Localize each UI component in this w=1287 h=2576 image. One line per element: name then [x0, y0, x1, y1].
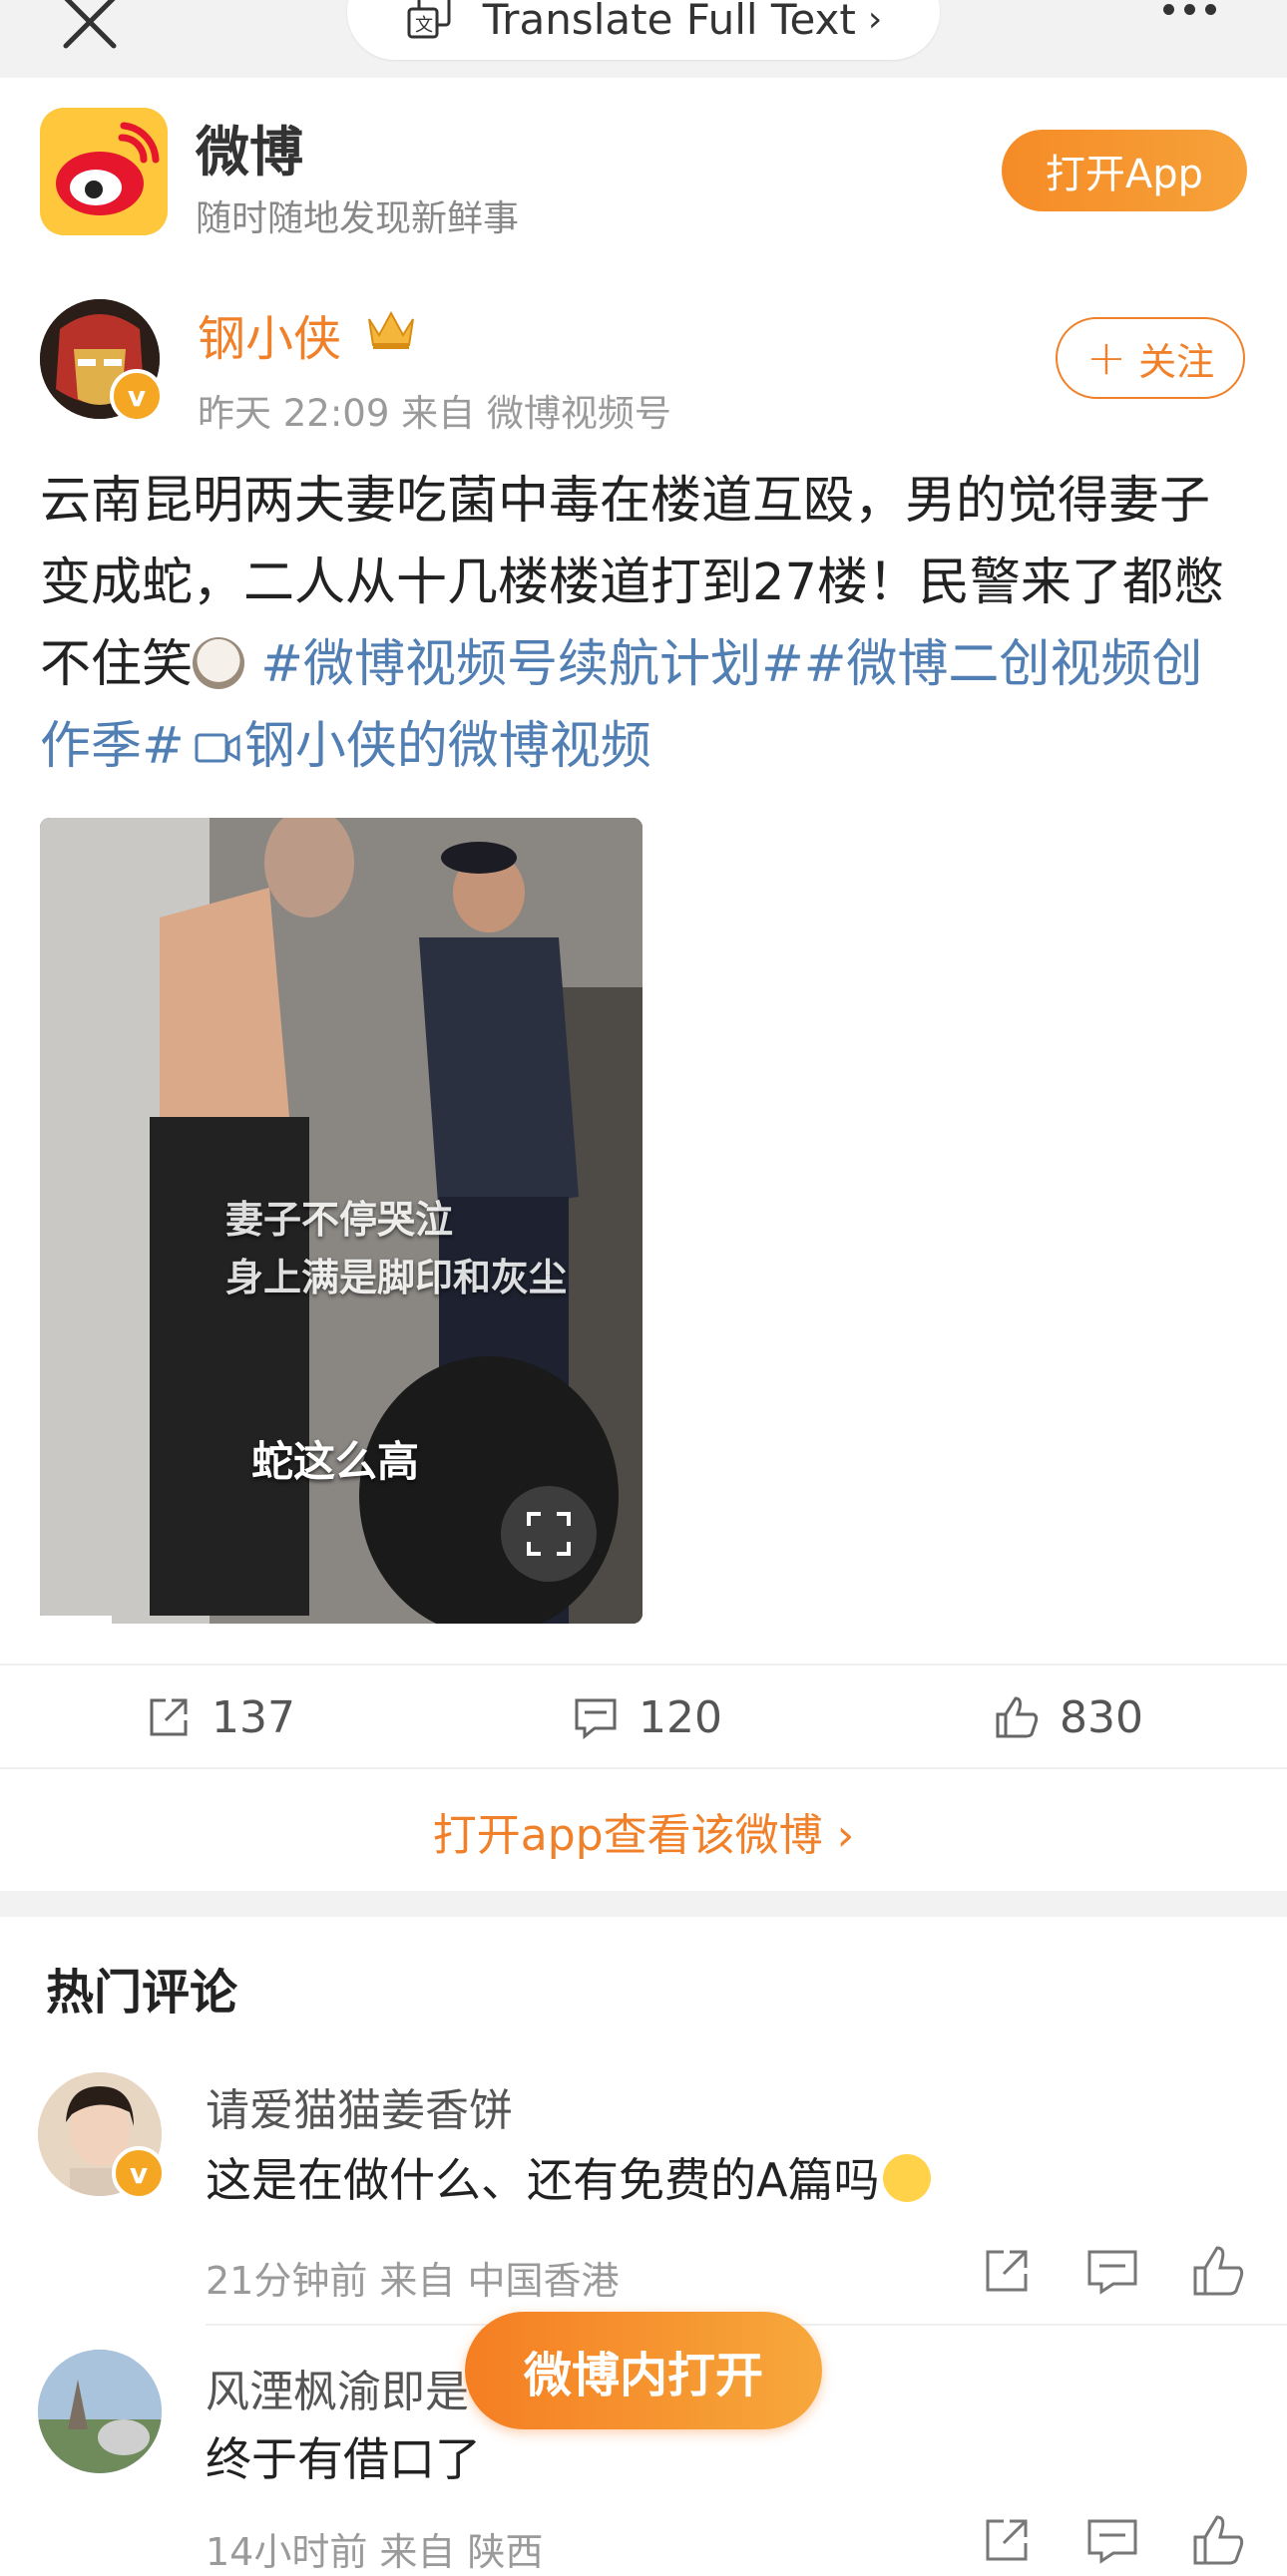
translate-full-text-button[interactable]: 文 Translate Full Text › — [347, 0, 940, 60]
video-link[interactable]: 钢小侠的微博视频 — [244, 717, 651, 776]
commenter-avatar[interactable] — [38, 2350, 162, 2473]
crown-icon — [368, 310, 414, 349]
section-separator — [0, 1891, 1287, 1917]
repost-icon — [150, 1698, 188, 1736]
comment-meta: 14小时前 来自 陕西 — [206, 2530, 544, 2574]
hot-comments-title: 热门评论 — [46, 1965, 238, 2021]
laughing-emoji — [193, 637, 245, 689]
close-icon[interactable] — [60, 0, 120, 52]
open-in-app-link[interactable]: 打开app查看该微博 › — [0, 1799, 1287, 1863]
comment-text: 终于有借口了 — [206, 2432, 481, 2486]
share-icon[interactable] — [978, 2511, 1036, 2569]
like-icon[interactable] — [1189, 2511, 1247, 2569]
laughing-emoji — [883, 2154, 932, 2202]
author-name[interactable]: 钢小侠 — [198, 299, 341, 369]
reply-icon[interactable] — [1083, 2511, 1141, 2569]
post-text: 云南昆明两夫妻吃菌中毒在楼道互殴，男的觉得妻子变成蛇，二人从十几楼楼道打到27楼… — [40, 461, 1249, 788]
like-count: 830 — [1060, 1691, 1143, 1743]
comment-actions — [978, 2242, 1287, 2300]
like-icon — [996, 1696, 1039, 1738]
video-caption: 妻子不停哭泣 — [225, 1198, 454, 1242]
follow-button[interactable]: + 关注 — [1056, 317, 1245, 399]
share-icon[interactable] — [978, 2242, 1036, 2300]
divider — [0, 1663, 1287, 1665]
hashtag-link[interactable]: #微博视频号续航计划# — [260, 635, 803, 694]
commenter-name[interactable]: 风湮枫渝即是 — [206, 2356, 469, 2419]
like-button[interactable]: 830 — [992, 1685, 1143, 1749]
post-source: 来自 微博视频号 — [401, 392, 671, 435]
follow-label: 关注 — [1138, 339, 1215, 384]
video-caption: 蛇这么高 — [251, 1437, 420, 1486]
translate-icon: 文 — [407, 0, 451, 39]
video-icon — [195, 733, 240, 763]
open-in-weibo-button[interactable]: 微博内打开 — [465, 2312, 822, 2429]
translate-label: Translate Full Text — [482, 0, 856, 44]
comment-button[interactable]: 120 — [571, 1685, 722, 1749]
comment-meta: 21分钟前 来自 中国香港 — [206, 2259, 620, 2303]
verified-badge: v — [110, 369, 164, 423]
comment-body: 这是在做什么、还有免费的A篇吗 — [206, 2153, 880, 2207]
svg-text:文: 文 — [415, 15, 433, 36]
chevron-right-icon: › — [867, 0, 883, 40]
video-progress-bar — [40, 1616, 112, 1624]
post-time: 昨天 22:09 — [198, 392, 390, 435]
plus-icon: + — [1085, 330, 1127, 386]
comment-count: 120 — [639, 1691, 722, 1743]
video-caption: 身上满是脚印和灰尘 — [225, 1256, 568, 1299]
comment-text: 这是在做什么、还有免费的A篇吗 — [206, 2144, 932, 2210]
commenter-name[interactable]: 请爱猫猫姜香饼 — [206, 2074, 513, 2138]
divider — [0, 1767, 1287, 1769]
post-meta: 昨天 22:09 来自 微博视频号 — [198, 383, 671, 437]
open-app-button[interactable]: 打开App — [1002, 130, 1247, 211]
comment-icon — [575, 1698, 617, 1740]
repost-button[interactable]: 137 — [144, 1685, 295, 1749]
repost-count: 137 — [212, 1691, 295, 1743]
fullscreen-icon[interactable] — [501, 1486, 597, 1582]
like-icon[interactable] — [1189, 2242, 1247, 2300]
verified-badge: v — [112, 2146, 166, 2200]
app-slogan: 随时随地发现新鲜事 — [196, 198, 520, 239]
weibo-logo — [40, 108, 168, 235]
comment-actions — [978, 2511, 1287, 2569]
reply-icon[interactable] — [1083, 2242, 1141, 2300]
app-name: 微博 — [196, 121, 303, 184]
more-icon[interactable] — [1163, 4, 1233, 24]
